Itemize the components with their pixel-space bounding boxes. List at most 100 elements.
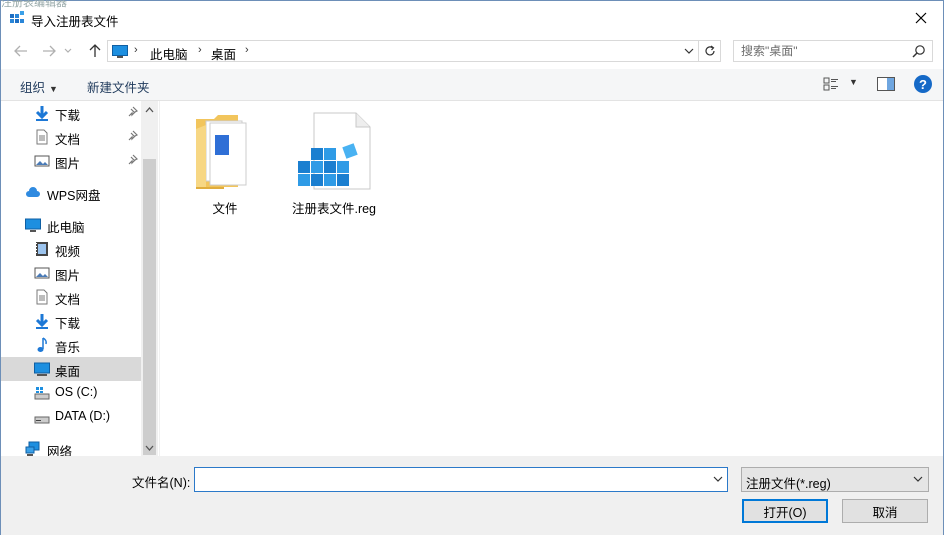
open-button[interactable]: 打开(O) (742, 499, 828, 523)
file-item-registry[interactable]: 注册表文件.reg (286, 111, 382, 217)
chevron-down-icon (64, 48, 72, 53)
file-name: 注册表文件.reg (291, 202, 377, 216)
cancel-button[interactable]: 取消 (842, 499, 928, 523)
sidebar-item-drive-d[interactable]: DATA (D:) (1, 405, 141, 429)
sidebar-item-this-pc[interactable]: 此电脑 (1, 213, 141, 237)
download-icon (35, 314, 49, 329)
sidebar-scrollbar[interactable] (141, 101, 158, 456)
sidebar-item-videos[interactable]: 视频 (1, 237, 141, 261)
sidebar-item-label: 桌面 (55, 365, 81, 379)
filename-input[interactable] (195, 468, 705, 491)
drive-icon (34, 416, 50, 424)
computer-icon (112, 45, 128, 58)
sidebar-item-network[interactable]: 网络 (1, 437, 141, 456)
music-icon (37, 337, 47, 352)
desktop-icon (34, 362, 50, 376)
sidebar-item-label: 图片 (55, 157, 81, 171)
video-icon (36, 242, 48, 256)
chevron-down-icon (913, 476, 923, 482)
sidebar-item-documents[interactable]: 文档 (1, 125, 141, 149)
file-name: 文件 (212, 202, 238, 216)
breadcrumb-separator: › (198, 44, 202, 56)
folder-icon (196, 115, 247, 189)
scroll-thumb[interactable] (143, 159, 156, 455)
sidebar-item-label: WPS网盘 (47, 189, 101, 203)
import-registry-dialog: 注册表编辑器 导入注册表文件 › 此电脑 › 桌面 › 搜索"桌面" 组织 ▼ … (0, 0, 944, 535)
recent-locations-button[interactable] (61, 41, 75, 61)
file-list: 文件 注册表文件.reg (160, 101, 943, 456)
registry-file-icon (298, 112, 371, 190)
search-input[interactable] (734, 41, 904, 61)
chevron-up-icon (145, 106, 154, 112)
refresh-button[interactable] (699, 40, 721, 62)
navigation-bar: › 此电脑 › 桌面 › (1, 35, 943, 67)
organize-label: 组织 (20, 81, 46, 95)
sidebar-item-downloads[interactable]: 下载 (1, 101, 141, 125)
background-window-title: 注册表编辑器 (1, 0, 67, 9)
sidebar-item-label: 下载 (55, 317, 81, 331)
close-icon (915, 12, 927, 24)
sidebar-item-label: 下载 (55, 109, 81, 123)
sidebar-item-label: 视频 (55, 245, 81, 259)
sidebar-item-label: 文档 (55, 293, 81, 307)
title-bar: 注册表编辑器 导入注册表文件 (1, 0, 943, 35)
filename-combobox[interactable] (194, 467, 728, 492)
sidebar-item-pictures[interactable]: 图片 (1, 261, 141, 285)
cloud-icon (26, 187, 40, 197)
network-icon (25, 441, 40, 456)
navigation-pane: 下载 文档 图片 WPS网盘 此电脑 视频 图片 文档 下载 音乐 桌面 OS … (1, 101, 159, 456)
help-button[interactable]: ? (914, 75, 932, 93)
pin-icon[interactable] (126, 130, 138, 142)
back-button[interactable] (10, 41, 32, 61)
sidebar-item-label: OS (C:) (55, 385, 98, 399)
breadcrumb-desktop[interactable]: 桌面 (211, 44, 236, 63)
close-button[interactable] (899, 1, 943, 35)
breadcrumb-this-pc[interactable]: 此电脑 (150, 44, 188, 63)
organize-menu[interactable]: 组织 ▼ (20, 77, 58, 96)
command-toolbar: 组织 ▼ 新建文件夹 ▼ ? (1, 69, 943, 101)
pin-icon[interactable] (126, 154, 138, 166)
preview-pane-icon[interactable] (877, 77, 895, 91)
picture-icon (34, 155, 50, 167)
dialog-footer: 文件名(N): 注册文件(*.reg) 打开(O) 取消 (1, 456, 943, 535)
computer-icon (25, 218, 41, 232)
chevron-down-icon (145, 445, 154, 451)
search-box[interactable] (733, 40, 933, 62)
document-icon (36, 129, 48, 145)
sidebar-item-label: 图片 (55, 269, 81, 283)
pin-icon[interactable] (126, 106, 138, 118)
document-icon (36, 289, 48, 305)
windows-drive-icon (34, 387, 50, 400)
filetype-value: 注册文件(*.reg) (746, 477, 831, 491)
dialog-title: 导入注册表文件 (31, 15, 119, 29)
caret-down-icon: ▼ (49, 84, 58, 94)
sidebar-item-desktop[interactable]: 桌面 (1, 357, 141, 381)
picture-icon (34, 267, 50, 279)
filename-label: 文件名(N): (132, 476, 191, 490)
arrow-right-icon (43, 45, 56, 57)
registry-app-icon (10, 11, 24, 23)
sidebar-item-drive-c[interactable]: OS (C:) (1, 381, 141, 405)
view-options-icon[interactable] (823, 77, 839, 91)
sidebar-item-downloads[interactable]: 下载 (1, 309, 141, 333)
forward-button[interactable] (38, 41, 60, 61)
scroll-down-button[interactable] (141, 439, 158, 456)
up-button[interactable] (84, 41, 106, 61)
chevron-down-icon[interactable] (684, 44, 694, 58)
sidebar-item-label: DATA (D:) (55, 409, 111, 423)
chevron-down-icon[interactable] (713, 474, 723, 484)
file-item-folder[interactable]: 文件 (177, 111, 273, 217)
sidebar-item-documents[interactable]: 文档 (1, 285, 141, 309)
sidebar-item-label: 此电脑 (47, 221, 85, 235)
sidebar-item-pictures[interactable]: 图片 (1, 149, 141, 173)
sidebar-item-music[interactable]: 音乐 (1, 333, 141, 357)
arrow-left-icon (14, 45, 27, 57)
address-bar[interactable]: › 此电脑 › 桌面 › (107, 40, 699, 62)
scroll-up-button[interactable] (141, 101, 158, 118)
breadcrumb-separator: › (134, 44, 138, 56)
view-caret-icon[interactable]: ▼ (849, 77, 858, 87)
new-folder-button[interactable]: 新建文件夹 (87, 77, 150, 96)
sidebar-item-wps-cloud[interactable]: WPS网盘 (1, 181, 141, 205)
search-icon (912, 45, 925, 58)
filetype-select[interactable]: 注册文件(*.reg) (741, 467, 929, 492)
